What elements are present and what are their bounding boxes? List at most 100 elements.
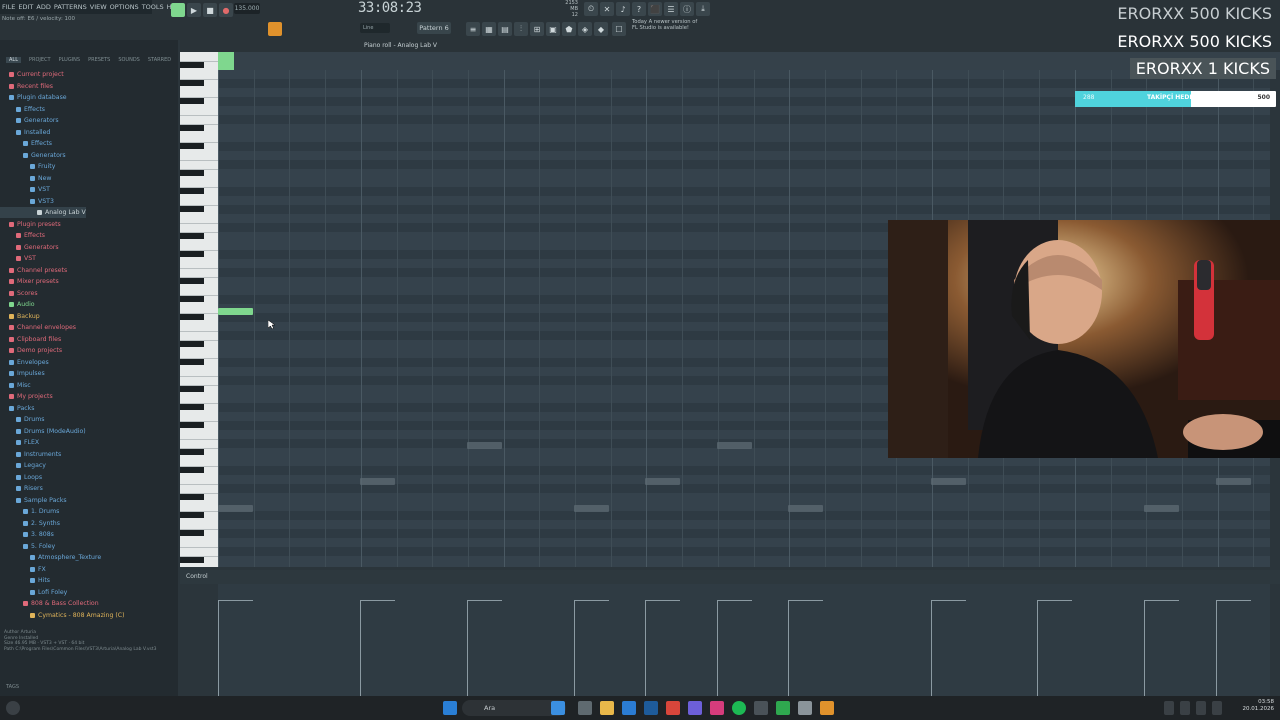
browser-item[interactable]: 3. 808s [0,529,54,540]
black-key[interactable] [180,557,204,563]
news-panel[interactable]: Today A newer version of FL Studio is av… [632,19,697,31]
black-key[interactable] [180,278,204,284]
browser-item[interactable]: Packs [0,403,34,414]
browser-item[interactable]: Lofi Foley [0,587,67,598]
piano-roll-mode-icon[interactable] [268,22,282,36]
black-key[interactable] [180,341,204,347]
browser-item[interactable]: Cymatics - 808 Amazing (C) [0,610,125,621]
tray-chevron-icon[interactable] [1164,701,1174,715]
black-key[interactable] [180,188,204,194]
file-explorer-icon[interactable] [600,701,614,715]
browser-item[interactable]: 1. Drums [0,506,59,517]
hint-icon[interactable]: ◆ [594,22,608,36]
browser-item[interactable]: FLEX [0,437,39,448]
browser-item[interactable]: Channel envelopes [0,322,76,333]
velocity-bar[interactable] [1037,600,1038,696]
browser-item[interactable]: New [0,173,52,184]
spotify-icon[interactable] [732,701,746,715]
plugin-icon[interactable]: ⬛ [648,2,662,16]
velocity-bar[interactable] [467,600,468,696]
menu-edit[interactable]: EDIT [18,3,33,11]
discord-icon[interactable] [688,701,702,715]
browser-item[interactable]: Instruments [0,449,61,460]
start-icon[interactable] [443,701,457,715]
black-key[interactable] [180,80,204,86]
volume-icon[interactable] [1196,701,1206,715]
velocity-lane[interactable] [218,584,1270,696]
menu-options[interactable]: OPTIONS [110,3,139,11]
midi-note[interactable] [717,442,752,449]
midi-note[interactable] [467,442,502,449]
menu-file[interactable]: FILE [2,3,15,11]
browser-tab-project[interactable]: PROJECT [29,57,51,63]
velocity-bar[interactable] [218,600,219,696]
browser-item[interactable]: FX [0,564,46,575]
browser-item[interactable]: Generators [0,115,59,126]
velocity-bar[interactable] [788,600,789,696]
black-key[interactable] [180,62,204,68]
browser-item[interactable]: Generators [0,150,66,161]
midi-note[interactable] [360,478,395,485]
browser-item[interactable]: Envelopes [0,357,49,368]
playlist-icon[interactable]: ▦ [482,22,496,36]
channel-rack-icon[interactable]: ≡ [466,22,480,36]
browser-icon[interactable]: ☰ [664,2,678,16]
browser-item[interactable]: 5. Foley [0,541,55,552]
black-key[interactable] [180,449,204,455]
midi-note[interactable] [218,308,253,315]
browser-item[interactable]: Fruity [0,161,55,172]
black-key[interactable] [180,251,204,257]
browser-item[interactable]: Misc [0,380,31,391]
pin-icon[interactable]: ⬟ [562,22,576,36]
black-key[interactable] [180,314,204,320]
wifi-icon[interactable] [1180,701,1190,715]
edge-icon[interactable] [622,701,636,715]
midi-note[interactable] [1144,505,1179,512]
metronome-icon[interactable]: ⏲ [584,2,598,16]
browser-item[interactable]: Legacy [0,460,46,471]
velocity-bar[interactable] [574,600,575,696]
browser-item[interactable]: Plugin database [0,92,67,103]
help-icon[interactable]: ? [632,2,646,16]
task-view-icon[interactable] [578,701,592,715]
obs-icon[interactable] [776,701,790,715]
browser-item[interactable]: Current project [0,69,64,80]
browser-item[interactable]: Mixer presets [0,276,59,287]
piano-keyboard[interactable] [180,52,218,567]
tempo-display[interactable]: 135.000 [234,3,260,14]
download-icon[interactable]: ⤓ [696,2,710,16]
browser-item[interactable]: VST [0,184,50,195]
midi-note[interactable] [1216,478,1251,485]
menu-tools[interactable]: TOOLS [142,3,164,11]
copilot-icon[interactable] [551,701,565,715]
midi-note[interactable] [788,505,823,512]
black-key[interactable] [180,386,204,392]
control-label[interactable]: Control [186,573,208,580]
snap-selector[interactable]: Line [360,23,390,33]
settings-icon[interactable] [798,701,812,715]
velocity-bar[interactable] [1144,600,1145,696]
play-button[interactable]: ▶ [187,3,201,17]
system-clock[interactable]: 03:58 20.01.2026 [1238,699,1275,713]
browser-tab-presets[interactable]: PRESETS [88,57,110,63]
browser-item[interactable]: Demo projects [0,345,62,356]
midi-note[interactable] [218,505,253,512]
black-key[interactable] [180,98,204,104]
instagram-icon[interactable] [710,701,724,715]
black-key[interactable] [180,512,204,518]
browser-item[interactable]: Drums (ModeAudio) [0,426,86,437]
midi-note[interactable] [931,478,966,485]
browser-item[interactable]: VST [0,253,36,264]
browser-item[interactable]: Recent files [0,81,53,92]
menu-patterns[interactable]: PATTERNS [54,3,87,11]
browser-tab-all[interactable]: ALL [6,57,21,63]
midi-note[interactable] [645,478,680,485]
menu-view[interactable]: VIEW [90,3,107,11]
mic-icon[interactable]: ♪ [616,2,630,16]
browser-item[interactable]: Installed [0,127,50,138]
chrome-icon[interactable] [666,701,680,715]
mixer-window-icon[interactable]: ⫶ [514,22,528,36]
loop-marker[interactable] [218,52,234,70]
browser-item[interactable]: Scores [0,288,38,299]
browser-item[interactable]: Plugin presets [0,219,61,230]
